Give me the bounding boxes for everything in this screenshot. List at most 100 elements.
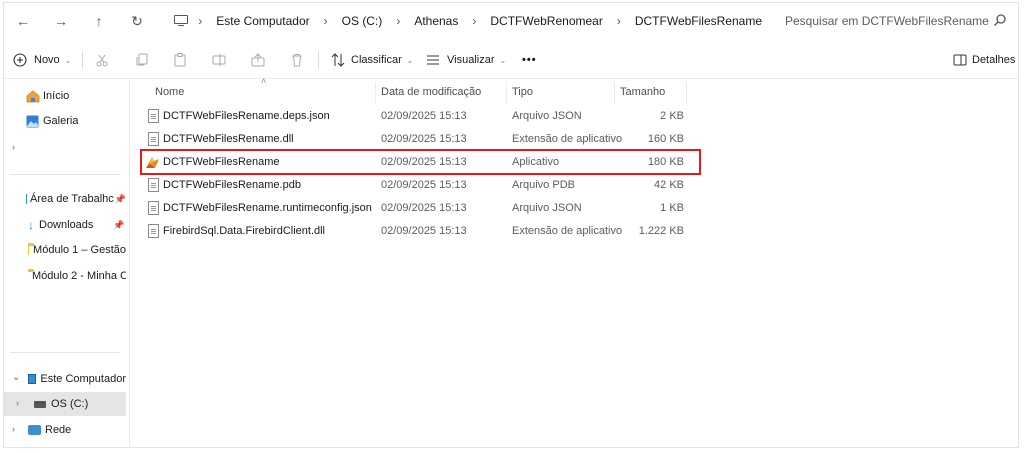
chevron-right-icon[interactable]: › [324,14,328,28]
sort-ascending-icon: ˄ [261,76,267,86]
download-arrow-icon: ↓ [28,218,34,232]
file-type: Aplicativo [512,156,560,168]
breadcrumb-dctfwebrenomear[interactable]: DCTFWebRenomear [490,14,602,28]
column-divider[interactable] [375,82,376,104]
chevron-right-icon[interactable]: › [198,14,202,28]
more-options-button[interactable]: ••• [522,51,537,69]
nav-item-label: Área de Trabalhc [30,193,114,205]
chevron-right-icon[interactable]: › [472,14,476,28]
nav-item-home[interactable]: Início [4,84,126,108]
column-divider[interactable] [506,82,507,104]
nav-divider [10,352,120,353]
table-row[interactable]: DCTFWebFilesRename.pdb 02/09/2025 15:13 … [140,174,692,197]
file-type: Arquivo PDB [512,179,575,191]
view-label: Visualizar [447,54,495,66]
new-button[interactable]: Novo ⌄ [12,51,71,69]
nav-item-label: Galeria [43,115,79,127]
column-divider[interactable] [614,82,615,104]
chevron-right-icon[interactable]: › [12,424,15,434]
file-size: 42 KB [654,179,684,191]
nav-item-label: Módulo 2 - Minha C [32,270,126,282]
breadcrumb-this-pc[interactable]: Este Computador [216,14,309,28]
cut-icon[interactable] [94,52,110,68]
nav-item-gallery[interactable]: Galeria [4,109,126,133]
search-icon[interactable] [993,13,1007,27]
nav-item-network[interactable]: › Rede [4,418,126,442]
nav-item-label: Este Computador [40,373,126,385]
file-name: DCTFWebFilesRename [163,156,280,168]
chevron-right-icon[interactable]: › [16,398,19,408]
file-list: ˄ Nome Data de modificação Tipo Tamanho … [129,76,1019,448]
dll-icon [148,132,159,146]
breadcrumb-drive-c[interactable]: OS (C:) [342,14,383,28]
nav-item-label: Módulo 1 – Gestão [33,244,126,256]
computer-icon[interactable] [174,15,188,27]
dll-icon [148,224,159,238]
nav-item-folder-modulo-1[interactable]: Módulo 1 – Gestão [4,238,126,262]
nav-item-drive-c[interactable]: › OS (C:) [4,392,126,416]
view-button[interactable]: Visualizar ⌄ [425,51,506,69]
breadcrumb: › Este Computador › OS (C:) › Athenas › … [162,9,762,33]
breadcrumb-athenas[interactable]: Athenas [414,14,458,28]
search-input[interactable]: Pesquisar em DCTFWebFilesRename [785,14,989,28]
drive-icon [34,400,46,408]
copy-icon[interactable] [134,52,150,68]
sort-button[interactable]: Classificar ⌄ [330,51,413,69]
forward-arrow-icon[interactable]: → [52,12,70,30]
nav-item-label: OS (C:) [51,398,89,410]
nav-item-desktop[interactable]: Área de Trabalhc 📌 [4,187,126,211]
home-icon [26,89,40,102]
breadcrumb-current-folder[interactable]: DCTFWebFilesRename [635,14,762,28]
file-type: Extensão de aplicativo [512,133,623,145]
pin-icon[interactable]: 📌 [115,194,126,205]
sort-icon [331,53,345,67]
file-size: 2 KB [660,110,684,122]
up-arrow-icon[interactable]: ↑ [90,12,108,30]
nav-item-folder-modulo-2[interactable]: Módulo 2 - Minha C [4,264,126,288]
column-divider[interactable] [686,82,687,104]
file-name: DCTFWebFilesRename.runtimeconfig.json [163,202,372,214]
chevron-right-icon[interactable]: › [396,14,400,28]
share-icon[interactable] [250,52,266,68]
file-name: DCTFWebFilesRename.dll [163,133,294,145]
delete-icon[interactable] [289,52,305,68]
back-arrow-icon[interactable]: ← [14,12,32,30]
table-row[interactable]: DCTFWebFilesRename.deps.json 02/09/2025 … [140,105,692,128]
file-date: 02/09/2025 15:13 [381,133,467,145]
desktop-icon [26,194,27,204]
nav-item-label: Rede [45,424,72,436]
pin-icon[interactable]: 📌 [113,220,124,231]
chevron-right-icon[interactable]: › [617,14,621,28]
column-header-type[interactable]: Tipo [512,86,533,98]
address-bar-row: ← → ↑ ↻ › Este Computador › OS (C:) › At… [4,3,1018,39]
table-row[interactable]: FirebirdSql.Data.FirebirdClient.dll 02/0… [140,220,692,243]
table-row[interactable]: DCTFWebFilesRename.runtimeconfig.json 02… [140,197,692,220]
details-button[interactable]: Detalhes [952,51,1015,69]
file-size: 160 KB [647,133,684,145]
nav-item-downloads[interactable]: ↓ Downloads 📌 [4,213,126,237]
navigation-pane: Início Galeria › Área de Trabalhc 📌 ↓ Do… [4,80,126,448]
column-header-date[interactable]: Data de modificação [381,86,481,98]
view-list-icon [427,55,439,65]
plus-circle-icon [13,53,27,67]
table-row[interactable]: DCTFWebFilesRename.dll 02/09/2025 15:13 … [140,128,692,151]
chevron-right-icon[interactable]: › [12,142,15,152]
chevron-down-icon: ⌄ [64,55,72,65]
file-size: 1.222 KB [638,225,684,237]
paste-icon[interactable] [172,52,188,68]
nav-item-this-pc[interactable]: Este Computador [4,367,126,391]
command-bar: Novo ⌄ Classificar ⌄ Visualizar ⌄ ••• De… [4,41,1018,79]
table-row[interactable]: DCTFWebFilesRename 02/09/2025 15:13 Apli… [140,151,692,174]
column-header-size[interactable]: Tamanho [620,86,665,98]
file-size: 180 KB [647,156,684,168]
file-icon [148,201,159,215]
rename-icon[interactable] [211,52,227,68]
search-box[interactable]: Pesquisar em DCTFWebFilesRename [775,9,1015,33]
chevron-down-icon: ⌄ [499,55,507,65]
nav-item-label: Downloads [39,219,94,231]
computer-icon [28,374,37,384]
app-icon [146,157,159,168]
column-header-name[interactable]: Nome [155,86,184,98]
refresh-icon[interactable]: ↻ [128,12,146,30]
file-name: DCTFWebFilesRename.deps.json [163,110,330,122]
